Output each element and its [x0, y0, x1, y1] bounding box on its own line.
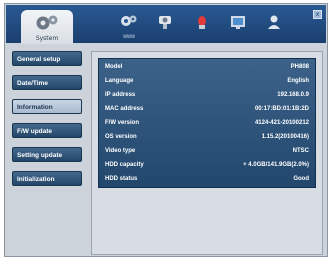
info-key: IP address	[105, 92, 136, 98]
alarm-button[interactable]	[192, 13, 212, 33]
network-settings-button[interactable]: WWW	[119, 13, 139, 39]
sidebar: General setup Date/Time Information F/W …	[12, 51, 84, 195]
network-settings-label: WWW	[123, 34, 135, 39]
system-info-panel: Model PH808 Language English IP address …	[98, 58, 316, 188]
gears-icon	[36, 15, 58, 30]
info-key: HDD capacity	[105, 162, 144, 168]
sidebar-item-initialization[interactable]: Initialization	[12, 171, 82, 186]
info-value: 192.168.0.9	[277, 92, 309, 98]
sidebar-item-information[interactable]: Information	[12, 99, 82, 114]
info-row-video-type: Video type NTSC	[105, 146, 309, 156]
info-key: HDD status	[105, 176, 138, 182]
info-row-model: Model PH808	[105, 62, 309, 72]
info-value: 4124-421-20100212	[254, 120, 309, 126]
user-icon	[268, 15, 280, 29]
recording-icon	[231, 16, 245, 29]
info-row-mac-address: MAC address 00:17:BD:01:1B:2D	[105, 104, 309, 114]
info-value: PH808	[290, 64, 309, 70]
info-key: MAC address	[105, 106, 144, 112]
sidebar-item-setting-update[interactable]: Setting update	[12, 147, 82, 162]
camera-icon	[159, 16, 171, 29]
info-key: Video type	[105, 148, 136, 154]
camera-button[interactable]	[155, 13, 175, 33]
close-icon: x	[315, 11, 320, 18]
sidebar-item-general-setup[interactable]: General setup	[12, 51, 82, 66]
info-row-hdd-capacity: HDD capacity + 4.0GB/141.9GB(2.0%)	[105, 160, 309, 170]
info-key: Language	[105, 78, 134, 84]
info-value: Good	[293, 176, 309, 182]
top-menu-bar: System WWW x	[6, 5, 326, 44]
info-row-language: Language English	[105, 76, 309, 86]
sidebar-item-date-time[interactable]: Date/Time	[12, 75, 82, 90]
main-panel: Model PH808 Language English IP address …	[91, 51, 323, 255]
tab-system[interactable]: System	[21, 10, 73, 44]
info-value: English	[287, 78, 309, 84]
info-value: + 4.0GB/141.9GB(2.0%)	[243, 162, 309, 168]
info-value: 00:17:BD:01:1B:2D	[254, 106, 309, 112]
info-row-hdd-status: HDD status Good	[105, 174, 309, 184]
info-row-os-version: OS version 1.15.2(20100416)	[105, 132, 309, 142]
info-key: OS version	[105, 134, 137, 140]
window-frame: System WWW x General setup Date/Time Inf…	[4, 3, 328, 257]
network-settings-icon	[121, 15, 137, 26]
info-value: 1.15.2(20100416)	[261, 134, 309, 140]
info-row-fw-version: F/W version 4124-421-20100212	[105, 118, 309, 128]
alarm-icon	[198, 16, 206, 29]
info-value: NTSC	[292, 148, 309, 154]
sidebar-item-fw-update[interactable]: F/W update	[12, 123, 82, 138]
recording-button[interactable]	[228, 13, 248, 33]
tab-system-label: System	[35, 35, 59, 42]
info-key: Model	[105, 64, 123, 70]
close-button[interactable]: x	[313, 10, 322, 19]
user-button[interactable]	[264, 13, 284, 33]
info-row-ip-address: IP address 192.168.0.9	[105, 90, 309, 100]
info-key: F/W version	[105, 120, 140, 126]
